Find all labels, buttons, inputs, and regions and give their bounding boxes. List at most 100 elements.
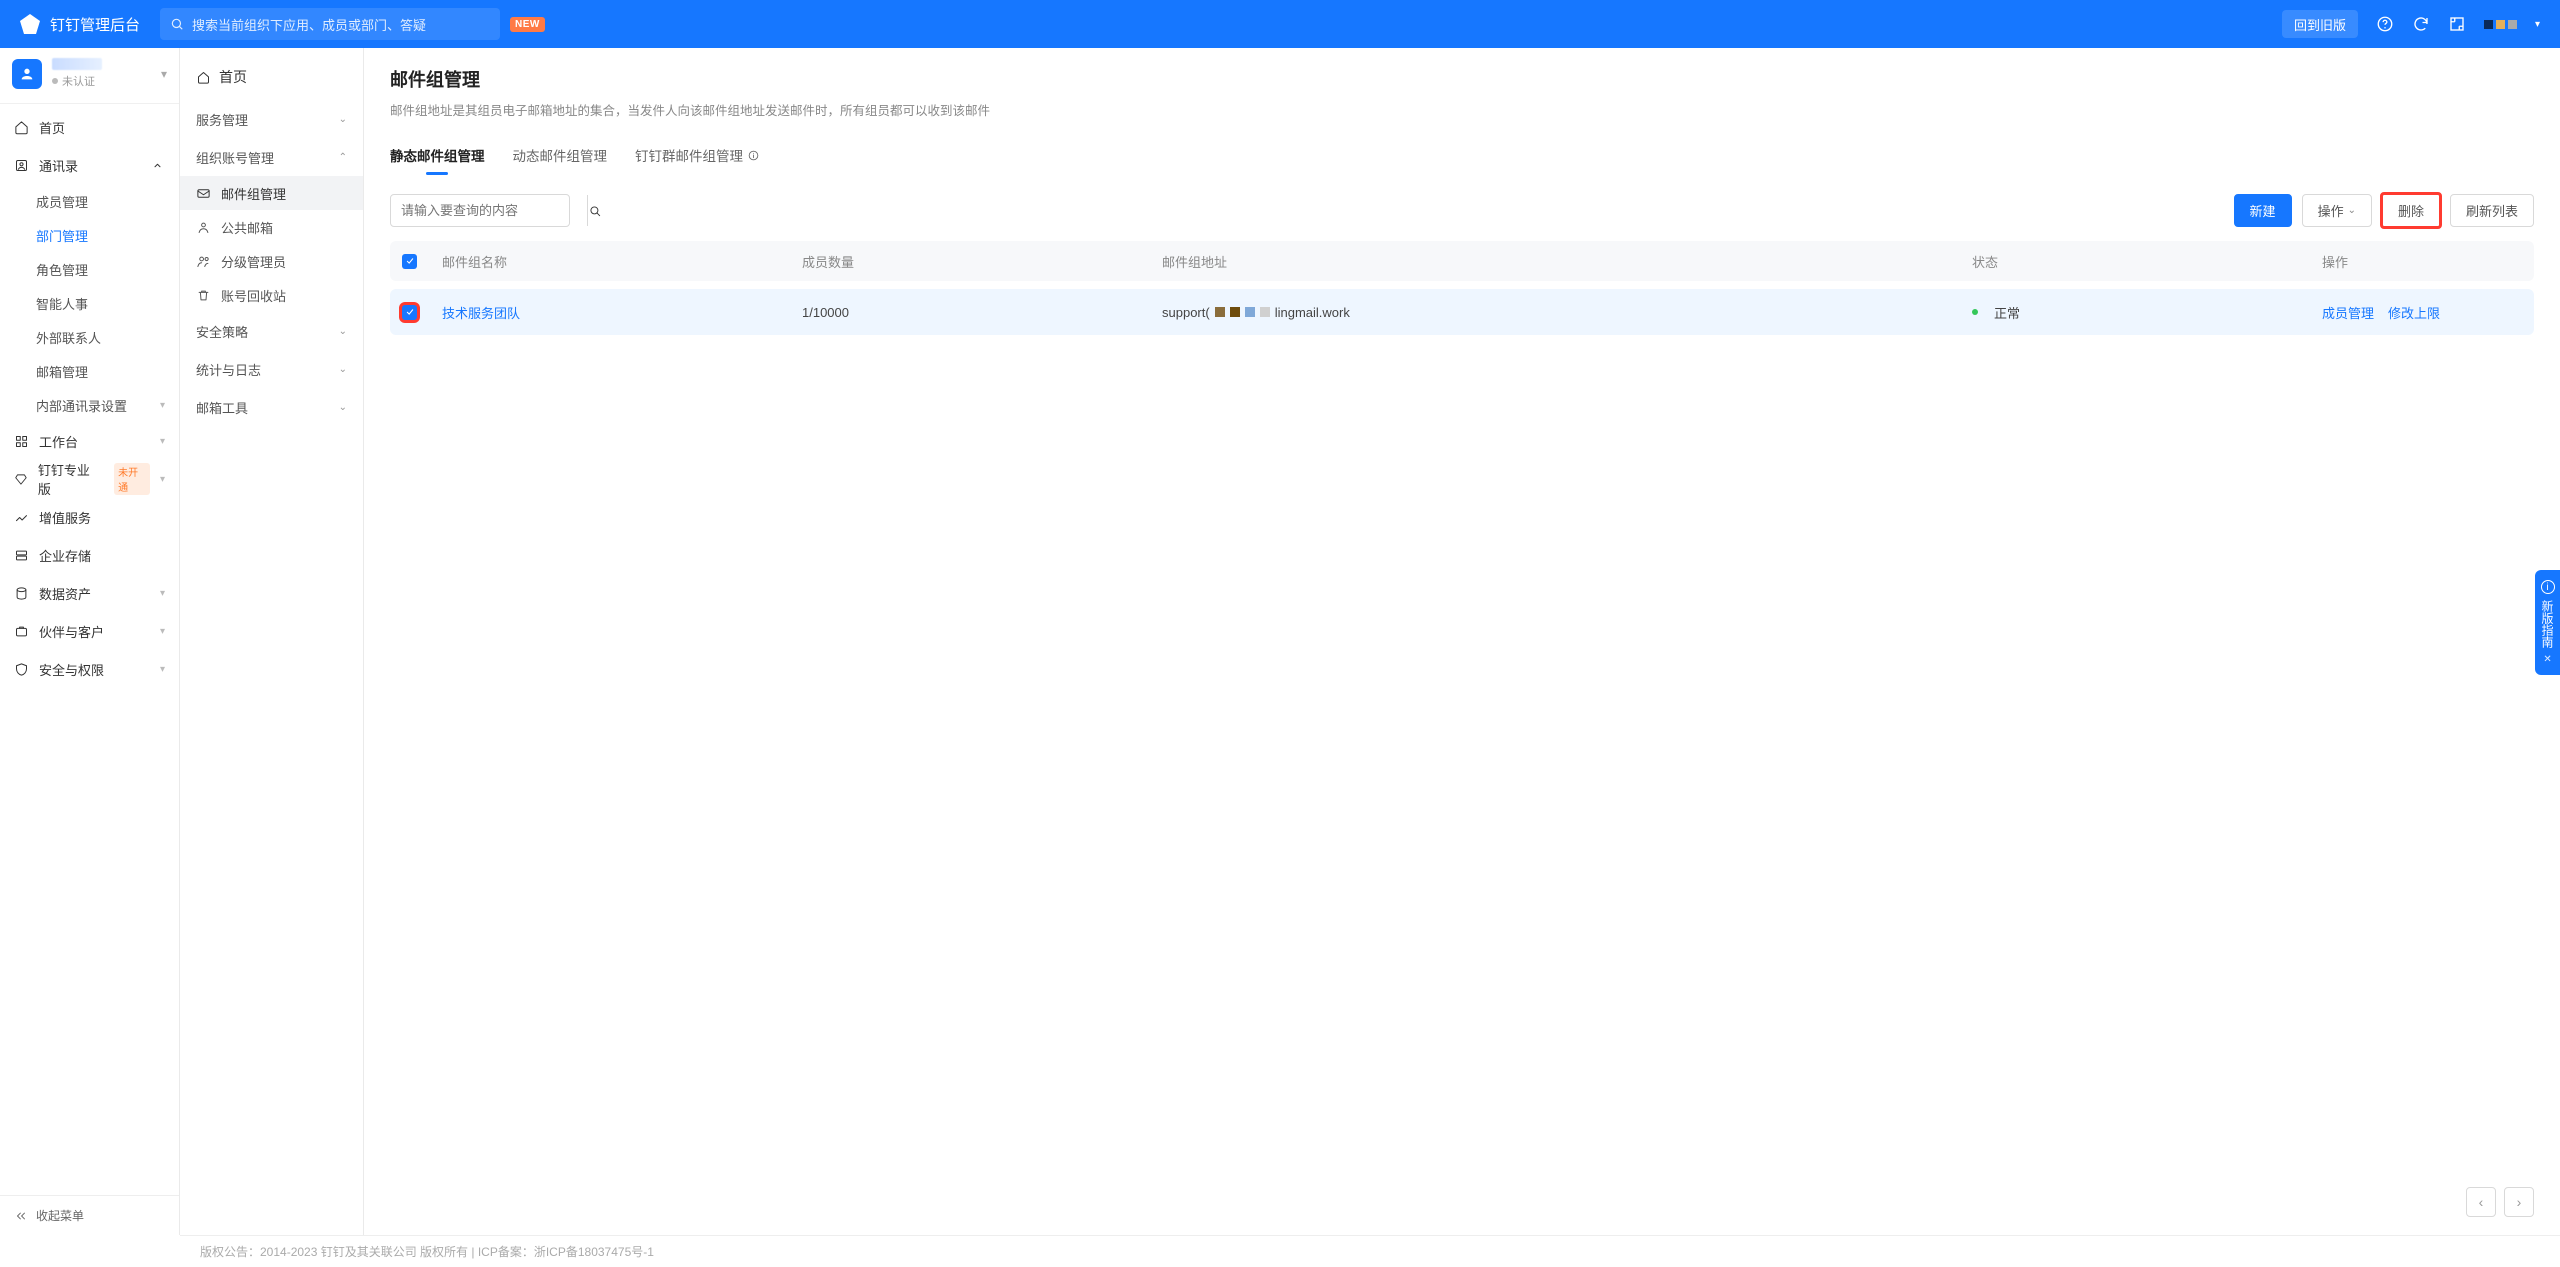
diamond-icon — [14, 472, 28, 487]
contacts-icon — [14, 158, 29, 173]
secondary-nav: 首页 服务管理⌄ 组织账号管理⌃ 邮件组管理 公共邮箱 分级管理员 账号回收站 — [180, 48, 364, 1235]
user-avatar[interactable] — [2484, 20, 2517, 29]
help-icon[interactable] — [2376, 15, 2394, 33]
close-icon[interactable]: ✕ — [2543, 654, 2551, 665]
nav-contacts-label: 通讯录 — [39, 156, 78, 175]
nav-members[interactable]: 成员管理 — [0, 184, 179, 218]
nav-partner[interactable]: 伙伴与客户 ▾ — [0, 612, 179, 650]
nav-home[interactable]: 首页 — [0, 108, 179, 146]
prev-page-button[interactable]: ‹ — [2466, 1187, 2496, 1217]
org-avatar — [12, 59, 42, 89]
tab-dingtalk-group[interactable]: 钉钉群邮件组管理 — [635, 139, 760, 175]
nav-workbench[interactable]: 工作台 ▾ — [0, 422, 179, 460]
nav-security[interactable]: 安全与权限 ▾ — [0, 650, 179, 688]
mailgroup-table: 邮件组名称 成员数量 邮件组地址 状态 操作 技术服务团队 1/10000 su… — [390, 241, 2534, 335]
midnav-tool[interactable]: 邮箱工具⌄ — [180, 388, 363, 426]
info-icon: i — [2541, 580, 2555, 594]
redacted-square — [1230, 307, 1240, 317]
user-caret[interactable]: ▾ — [2535, 19, 2540, 30]
trash-icon — [196, 288, 211, 303]
breadcrumb[interactable]: 首页 — [180, 54, 363, 100]
refresh-button[interactable]: 刷新列表 — [2450, 194, 2534, 227]
row-edit-limit-link[interactable]: 修改上限 — [2388, 303, 2440, 322]
midnav-service[interactable]: 服务管理⌄ — [180, 100, 363, 138]
new-version-guide-float[interactable]: i 新版指南 ✕ — [2535, 570, 2560, 675]
nav-internal-dir[interactable]: 内部通讯录设置▾ — [0, 388, 179, 422]
nav-smart-hr[interactable]: 智能人事 — [0, 286, 179, 320]
th-addr: 邮件组地址 — [1162, 252, 1972, 271]
trend-icon — [14, 510, 29, 525]
operate-dropdown[interactable]: 操作⌄ — [2302, 194, 2372, 227]
table-search-button[interactable] — [587, 195, 602, 226]
table-header: 邮件组名称 成员数量 邮件组地址 状态 操作 — [390, 241, 2534, 281]
nav-departments[interactable]: 部门管理 — [0, 218, 179, 252]
nav-contacts[interactable]: 通讯录 — [0, 146, 179, 184]
back-to-old-button[interactable]: 回到旧版 — [2282, 10, 2358, 38]
global-search[interactable]: 搜索当前组织下应用、成员或部门、答疑 — [160, 8, 500, 40]
row-count: 1/10000 — [802, 305, 1162, 320]
page-description: 邮件组地址是其组员电子邮箱地址的集合，当发件人向该邮件组地址发送邮件时，所有组员… — [390, 100, 2534, 119]
table-search-input[interactable] — [391, 195, 587, 226]
th-name: 邮件组名称 — [442, 252, 802, 271]
midnav-subadmin[interactable]: 分级管理员 — [180, 244, 363, 278]
org-name-redacted — [52, 58, 102, 70]
org-switcher[interactable]: 未认证 ▾ — [0, 48, 179, 99]
nav-mail-manage[interactable]: 邮箱管理 — [0, 354, 179, 388]
create-button[interactable]: 新建 — [2234, 194, 2292, 227]
table-search[interactable] — [390, 194, 570, 227]
page-title: 邮件组管理 — [390, 66, 2534, 92]
chevron-down-icon: ▾ — [161, 67, 167, 81]
inbox-icon — [196, 220, 211, 235]
row-name-link[interactable]: 技术服务团队 — [442, 303, 520, 322]
midnav-account[interactable]: 组织账号管理⌃ — [180, 138, 363, 176]
midnav-public-mailbox[interactable]: 公共邮箱 — [180, 210, 363, 244]
main-content: 邮件组管理 邮件组地址是其组员电子邮箱地址的集合，当发件人向该邮件组地址发送邮件… — [364, 48, 2560, 1235]
nav-storage[interactable]: 企业存储 — [0, 536, 179, 574]
fullscreen-icon[interactable] — [2448, 15, 2466, 33]
chevron-up-icon — [150, 158, 165, 173]
home-icon — [196, 70, 211, 85]
collapse-menu-button[interactable]: 收起菜单 — [0, 1195, 179, 1235]
tabs: 静态邮件组管理 动态邮件组管理 钉钉群邮件组管理 — [390, 139, 2534, 176]
row-checkbox[interactable] — [402, 305, 417, 320]
pagination: ‹ › — [390, 1169, 2534, 1235]
th-ops: 操作 — [2322, 252, 2522, 271]
toolbar: 新建 操作⌄ 删除 刷新列表 — [390, 194, 2534, 227]
th-count: 成员数量 — [802, 252, 1162, 271]
row-status: 正常 — [1972, 303, 2322, 322]
partner-icon — [14, 624, 29, 639]
midnav-recycle[interactable]: 账号回收站 — [180, 278, 363, 312]
global-search-placeholder: 搜索当前组织下应用、成员或部门、答疑 — [192, 15, 426, 34]
th-status: 状态 — [1972, 252, 2322, 271]
collapse-icon — [14, 1209, 28, 1223]
delete-button[interactable]: 删除 — [2382, 194, 2440, 227]
tab-static-group[interactable]: 静态邮件组管理 — [390, 139, 485, 175]
org-verify-status: 未认证 — [62, 73, 95, 89]
redacted-square — [1260, 307, 1270, 317]
primary-nav: 未认证 ▾ 首页 通讯录 成员管理 部门管理 角色管理 智能人事 外部联系人 邮… — [0, 48, 180, 1235]
row-member-manage-link[interactable]: 成员管理 — [2322, 303, 2374, 322]
info-icon — [747, 149, 760, 162]
midnav-mailgroup[interactable]: 邮件组管理 — [180, 176, 363, 210]
topbar: 钉钉管理后台 搜索当前组织下应用、成员或部门、答疑 NEW 回到旧版 ▾ — [0, 0, 2560, 48]
midnav-policy[interactable]: 安全策略⌄ — [180, 312, 363, 350]
storage-icon — [14, 548, 29, 563]
midnav-log[interactable]: 统计与日志⌄ — [180, 350, 363, 388]
grid-icon — [14, 434, 29, 449]
select-all-checkbox[interactable] — [402, 254, 417, 269]
footer-copyright: 版权公告：2014-2023 钉钉及其关联公司 版权所有 | ICP备案：浙IC… — [180, 1235, 2560, 1267]
nav-external-contacts[interactable]: 外部联系人 — [0, 320, 179, 354]
tab-dynamic-group[interactable]: 动态邮件组管理 — [513, 139, 608, 175]
mail-icon — [196, 186, 211, 201]
nav-data[interactable]: 数据资产 ▾ — [0, 574, 179, 612]
pro-unpurchased-tag: 未开通 — [114, 463, 150, 495]
redacted-square — [1215, 307, 1225, 317]
nav-roles[interactable]: 角色管理 — [0, 252, 179, 286]
next-page-button[interactable]: › — [2504, 1187, 2534, 1217]
nav-pro[interactable]: 钉钉专业版 未开通 ▾ — [0, 460, 179, 498]
nav-home-label: 首页 — [39, 118, 65, 137]
nav-valueadd[interactable]: 增值服务 — [0, 498, 179, 536]
refresh-icon[interactable] — [2412, 15, 2430, 33]
row-address: support( lingmail.work — [1162, 305, 1972, 320]
app-title: 钉钉管理后台 — [50, 14, 140, 35]
